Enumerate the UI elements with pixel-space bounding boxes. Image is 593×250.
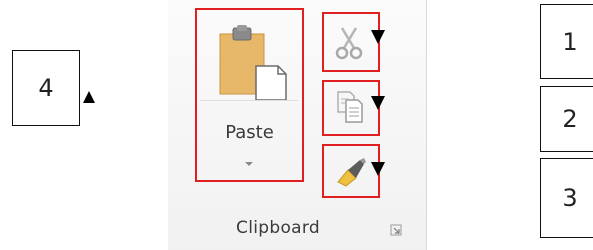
callout-box-3: 3 [540,158,593,238]
dialog-launcher-icon[interactable] [390,224,402,236]
paste-label: Paste [225,122,274,143]
up-pointer-icon [83,91,95,103]
callout-box-1: 1 [540,4,593,79]
paintbrush-icon [337,158,366,187]
callout-box-4: 4 [12,50,80,126]
clipboard-paste-icon [219,25,287,100]
callout-number: 1 [562,27,578,56]
callout-number: 4 [38,74,54,102]
callout-number: 3 [562,184,578,212]
scissors-icon [335,27,363,60]
group-label: Clipboard [236,218,320,238]
copy-icon [337,91,363,123]
down-pointer-icon [371,96,385,110]
callout-box-2: 2 [540,86,593,152]
down-pointer-icon [371,30,385,44]
chevron-down-icon[interactable] [245,162,253,166]
down-pointer-icon [371,162,385,176]
callout-number: 2 [562,105,578,133]
paste-split-divider [200,100,298,101]
